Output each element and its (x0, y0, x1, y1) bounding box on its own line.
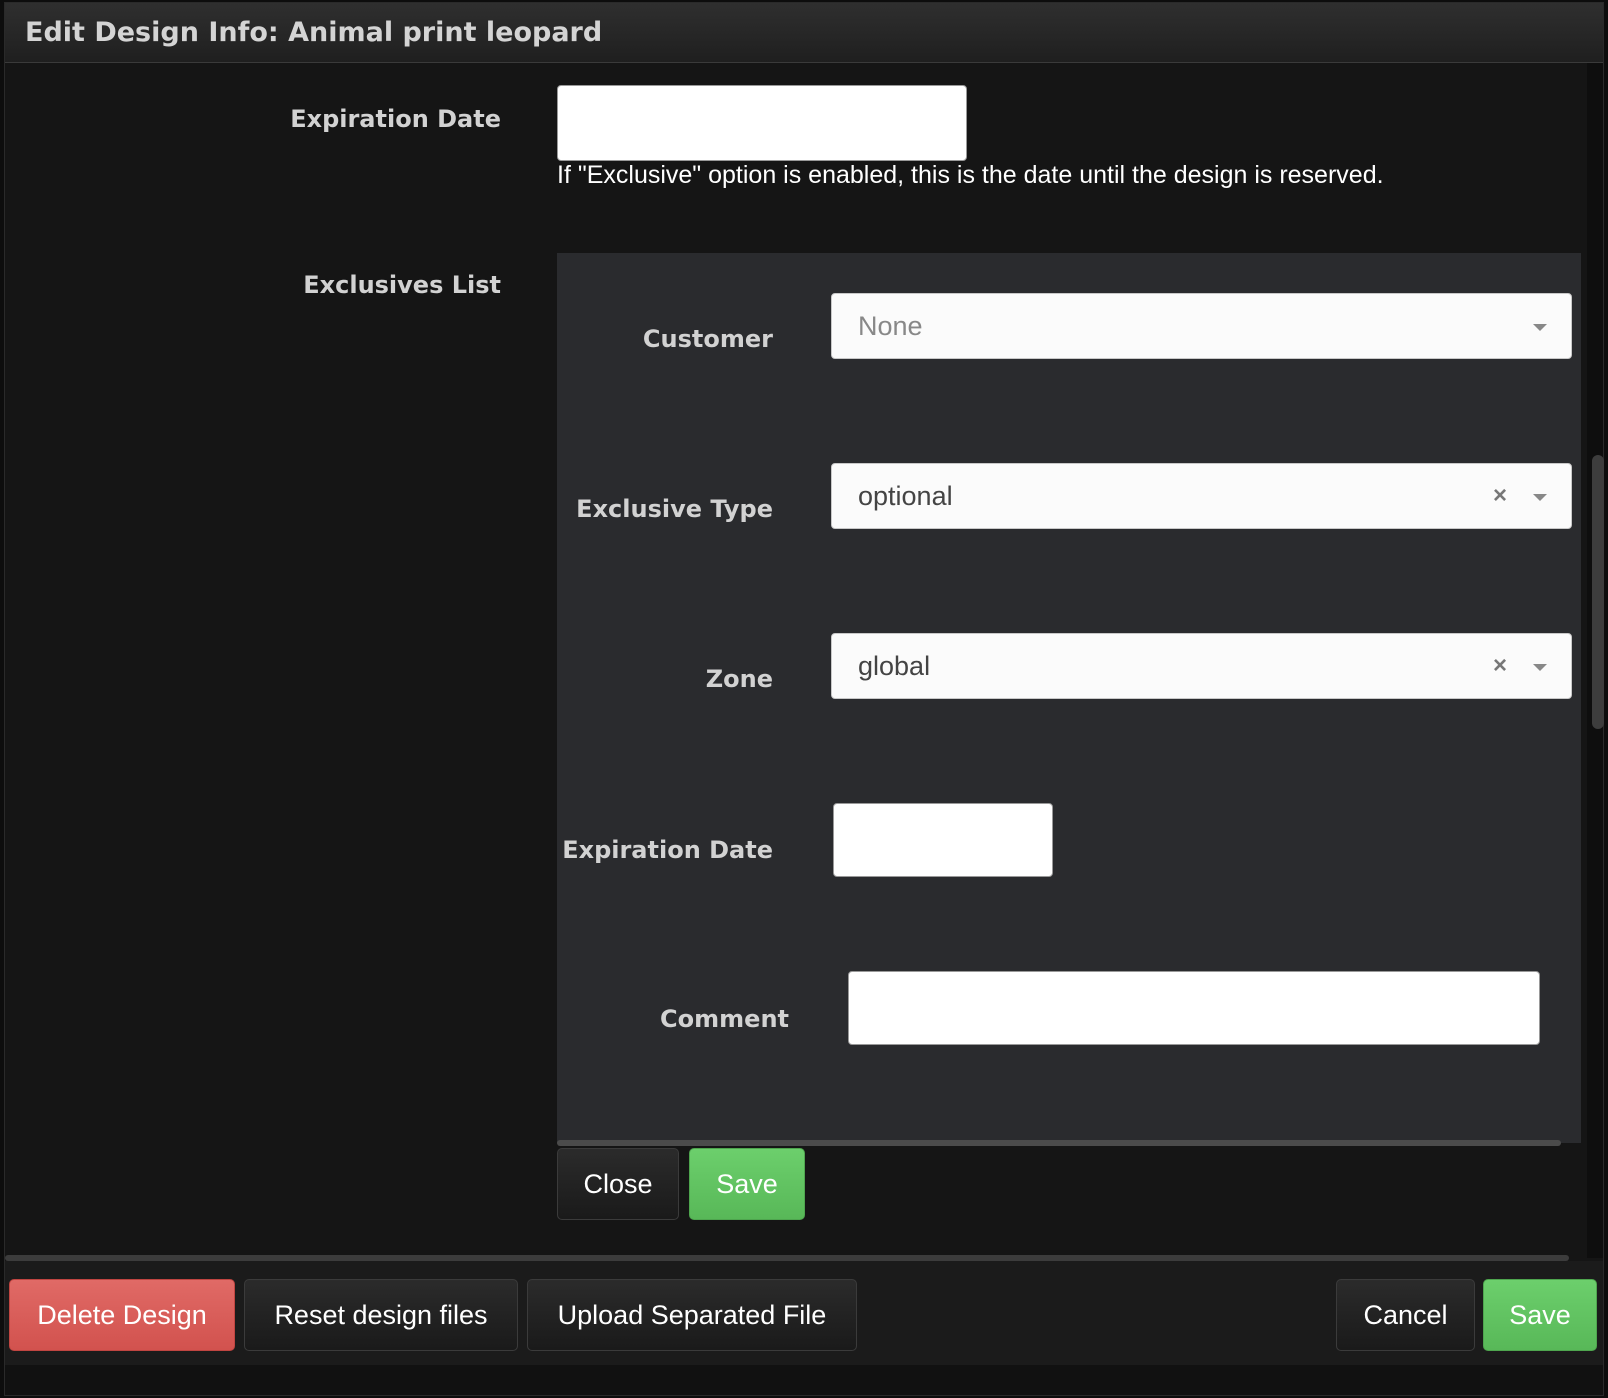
dialog-title-bar[interactable]: Edit Design Info: Animal print leopard (5, 3, 1603, 63)
clear-icon[interactable]: × (1493, 482, 1507, 510)
save-button[interactable]: Save (1483, 1279, 1597, 1351)
zone-label: Zone (705, 665, 773, 693)
exclusive-type-select[interactable]: optional × (831, 463, 1572, 529)
cancel-button[interactable]: Cancel (1336, 1279, 1475, 1351)
vertical-scrollbar-thumb[interactable] (1592, 455, 1604, 729)
expiration-date-input[interactable] (557, 85, 967, 161)
edit-design-dialog: Edit Design Info: Animal print leopard E… (4, 2, 1604, 1396)
exclusive-save-button[interactable]: Save (689, 1148, 805, 1220)
customer-select[interactable]: None (831, 293, 1572, 359)
panel-horizontal-scrollbar[interactable] (557, 1140, 1561, 1146)
reset-design-files-button[interactable]: Reset design files (244, 1279, 518, 1351)
close-button[interactable]: Close (557, 1148, 679, 1220)
exclusive-type-label: Exclusive Type (576, 495, 773, 523)
comment-input[interactable] (848, 971, 1540, 1045)
exclusive-expiration-label: Expiration Date (562, 836, 773, 864)
comment-label: Comment (660, 1005, 789, 1033)
exclusive-type-value: optional (858, 481, 953, 511)
upload-separated-file-button[interactable]: Upload Separated File (527, 1279, 857, 1351)
chevron-down-icon[interactable] (1533, 494, 1547, 501)
customer-select-value: None (858, 311, 923, 341)
zone-value: global (858, 651, 931, 681)
zone-select[interactable]: global × (831, 633, 1572, 699)
expiration-date-label: Expiration Date (290, 105, 501, 133)
customer-label: Customer (642, 325, 773, 353)
delete-design-button[interactable]: Delete Design (9, 1279, 235, 1351)
expiration-help-text: If "Exclusive" option is enabled, this i… (557, 161, 1384, 189)
chevron-down-icon[interactable] (1533, 324, 1547, 331)
clear-icon[interactable]: × (1493, 652, 1507, 680)
chevron-down-icon[interactable] (1533, 664, 1547, 671)
dialog-bottom-edge (5, 1365, 1603, 1395)
dialog-footer: Delete Design Reset design files Upload … (5, 1261, 1603, 1365)
exclusives-list-label: Exclusives List (303, 271, 501, 299)
exclusive-expiration-input[interactable] (833, 803, 1053, 877)
dialog-title: Edit Design Info: Animal print leopard (25, 17, 603, 48)
